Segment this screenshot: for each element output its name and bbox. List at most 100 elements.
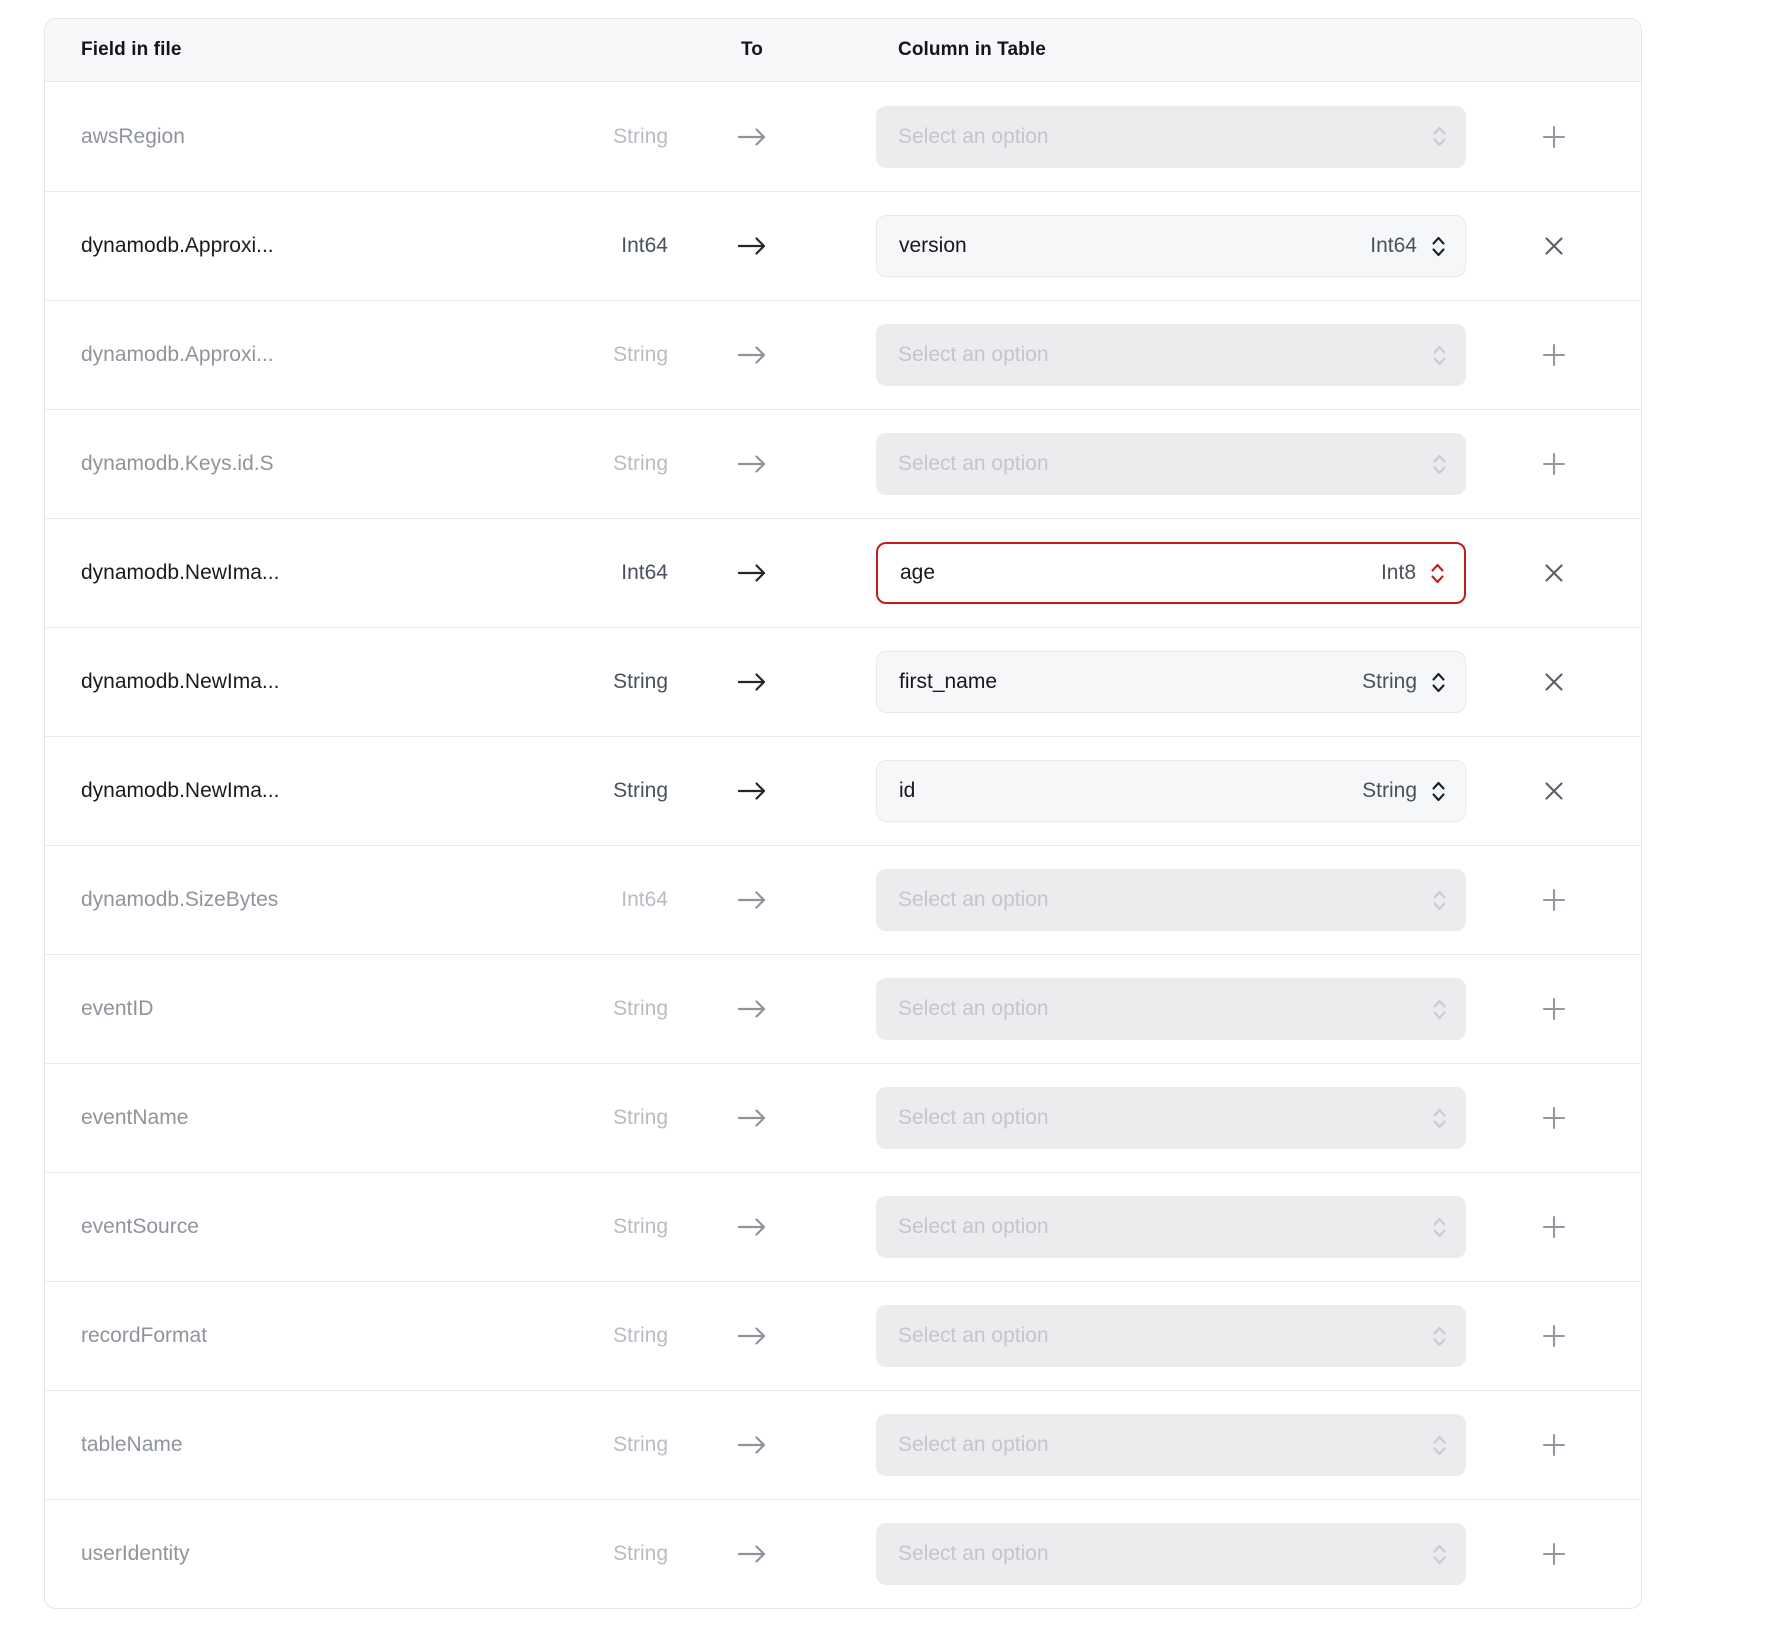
field-name: eventName (81, 1106, 605, 1130)
column-select[interactable]: Select an option (876, 324, 1466, 386)
column-select[interactable]: Select an option (876, 978, 1466, 1040)
updown-chevron-icon (1431, 996, 1448, 1023)
right-arrow-icon (668, 887, 836, 913)
column-select-value: Select an option (898, 125, 1049, 149)
add-mapping-button[interactable] (1530, 1094, 1578, 1142)
column-select-type: Int8 (1381, 561, 1416, 585)
add-mapping-button[interactable] (1530, 113, 1578, 161)
mapping-row: dynamodb.NewIma... String first_name Str… (45, 627, 1641, 736)
right-arrow-icon (668, 669, 836, 695)
remove-mapping-button[interactable] (1530, 549, 1578, 597)
column-select[interactable]: id String (876, 760, 1466, 822)
updown-chevron-icon (1431, 451, 1448, 478)
field-type: String (605, 1433, 668, 1457)
remove-mapping-button[interactable] (1530, 658, 1578, 706)
add-mapping-button[interactable] (1530, 331, 1578, 379)
mapping-rows: awsRegion String Select an option (45, 82, 1641, 1608)
add-mapping-button[interactable] (1530, 440, 1578, 488)
updown-chevron-icon (1429, 560, 1446, 587)
column-select[interactable]: Select an option (876, 1087, 1466, 1149)
updown-chevron-icon (1431, 123, 1448, 150)
updown-chevron-icon (1431, 342, 1448, 369)
add-mapping-button[interactable] (1530, 1530, 1578, 1578)
column-select-value: Select an option (898, 1542, 1049, 1566)
field-type: String (605, 343, 668, 367)
updown-chevron-icon (1430, 669, 1447, 696)
field-type: Int64 (605, 888, 668, 912)
mapping-row: dynamodb.Approxi... String Select an opt… (45, 300, 1641, 409)
column-select-value: Select an option (898, 1433, 1049, 1457)
column-select[interactable]: Select an option (876, 1523, 1466, 1585)
field-name: recordFormat (81, 1324, 605, 1348)
right-arrow-icon (668, 1214, 836, 1240)
column-select-value: version (899, 234, 967, 258)
mapping-row: eventSource String Select an option (45, 1172, 1641, 1281)
field-name: eventSource (81, 1215, 605, 1239)
mapping-row: dynamodb.Approxi... Int64 version Int64 (45, 191, 1641, 300)
column-select-value: id (899, 779, 915, 803)
right-arrow-icon (668, 1432, 836, 1458)
field-name: dynamodb.NewIma... (81, 670, 605, 694)
column-select[interactable]: Select an option (876, 869, 1466, 931)
column-select[interactable]: version Int64 (876, 215, 1466, 277)
mapping-row: userIdentity String Select an option (45, 1499, 1641, 1608)
field-name: dynamodb.SizeBytes (81, 888, 605, 912)
column-select-value: first_name (899, 670, 997, 694)
field-type: String (605, 125, 668, 149)
column-select-value: Select an option (898, 1106, 1049, 1130)
field-type: String (605, 997, 668, 1021)
column-select-value: Select an option (898, 452, 1049, 476)
mapping-row: dynamodb.SizeBytes Int64 Select an optio… (45, 845, 1641, 954)
field-type: String (605, 1106, 668, 1130)
column-select-type: String (1362, 779, 1417, 803)
updown-chevron-icon (1431, 1541, 1448, 1568)
mapping-row: eventID String Select an option (45, 954, 1641, 1063)
field-name: dynamodb.Approxi... (81, 343, 605, 367)
mapping-row: awsRegion String Select an option (45, 82, 1641, 191)
updown-chevron-icon (1431, 1432, 1448, 1459)
updown-chevron-icon (1431, 1323, 1448, 1350)
right-arrow-icon (668, 1541, 836, 1567)
field-name: awsRegion (81, 125, 605, 149)
column-select[interactable]: age Int8 (876, 542, 1466, 604)
field-name: dynamodb.Approxi... (81, 234, 605, 258)
field-mapping-panel: Field in file To Column in Table awsRegi… (44, 18, 1642, 1609)
column-select-value: Select an option (898, 888, 1049, 912)
column-select[interactable]: first_name String (876, 651, 1466, 713)
field-name: dynamodb.NewIma... (81, 561, 605, 585)
column-select-value: Select an option (898, 997, 1049, 1021)
add-mapping-button[interactable] (1530, 985, 1578, 1033)
right-arrow-icon (668, 124, 836, 150)
field-name: dynamodb.Keys.id.S (81, 452, 605, 476)
mapping-row: dynamodb.NewIma... Int64 age Int8 (45, 518, 1641, 627)
field-name: userIdentity (81, 1542, 605, 1566)
updown-chevron-icon (1431, 887, 1448, 914)
header-to: To (668, 39, 836, 61)
column-select[interactable]: Select an option (876, 1196, 1466, 1258)
right-arrow-icon (668, 342, 836, 368)
mapping-row: recordFormat String Select an option (45, 1281, 1641, 1390)
remove-mapping-button[interactable] (1530, 767, 1578, 815)
right-arrow-icon (668, 996, 836, 1022)
column-select[interactable]: Select an option (876, 106, 1466, 168)
mapping-row: eventName String Select an option (45, 1063, 1641, 1172)
add-mapping-button[interactable] (1530, 1312, 1578, 1360)
column-select[interactable]: Select an option (876, 433, 1466, 495)
column-select[interactable]: Select an option (876, 1305, 1466, 1367)
remove-mapping-button[interactable] (1530, 222, 1578, 270)
add-mapping-button[interactable] (1530, 1203, 1578, 1251)
field-type: Int64 (605, 234, 668, 258)
header-field-in-file: Field in file (81, 39, 605, 61)
right-arrow-icon (668, 451, 836, 477)
column-select[interactable]: Select an option (876, 1414, 1466, 1476)
field-type: String (605, 1542, 668, 1566)
right-arrow-icon (668, 1323, 836, 1349)
column-select-value: Select an option (898, 1324, 1049, 1348)
column-select-type: Int64 (1370, 234, 1417, 258)
right-arrow-icon (668, 778, 836, 804)
add-mapping-button[interactable] (1530, 1421, 1578, 1469)
field-type: String (605, 670, 668, 694)
add-mapping-button[interactable] (1530, 876, 1578, 924)
mapping-row: tableName String Select an option (45, 1390, 1641, 1499)
right-arrow-icon (668, 560, 836, 586)
